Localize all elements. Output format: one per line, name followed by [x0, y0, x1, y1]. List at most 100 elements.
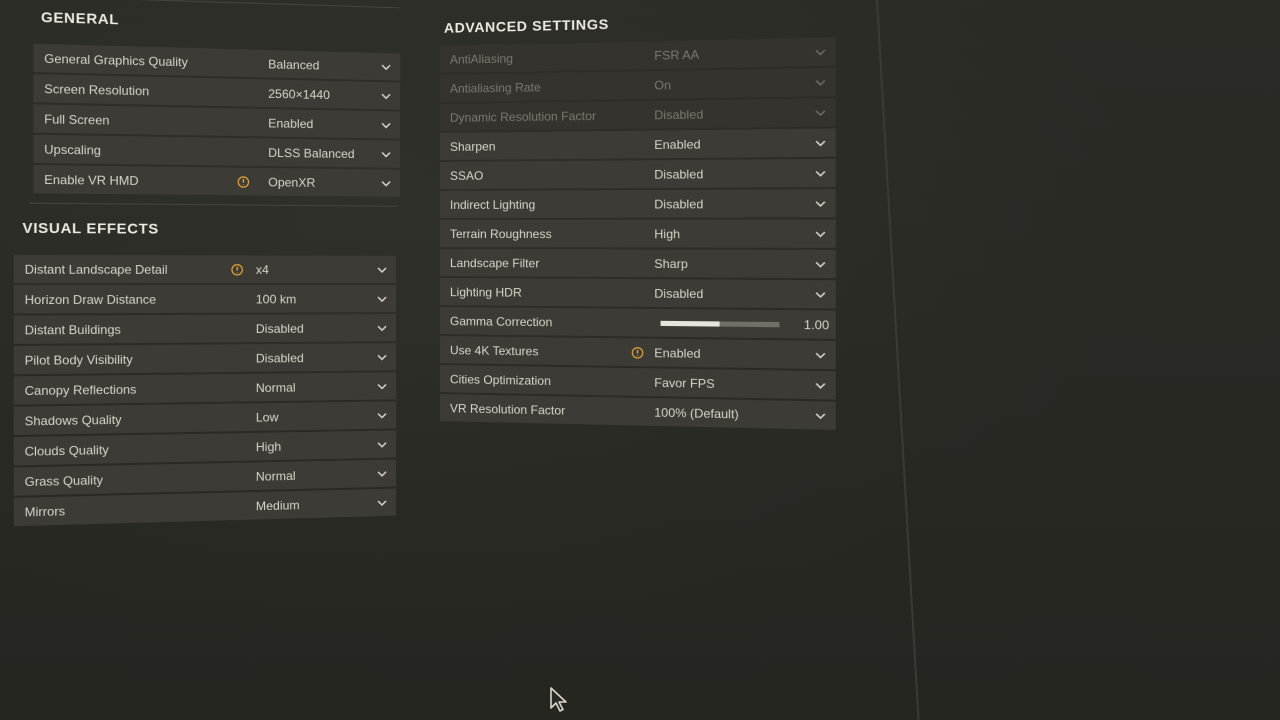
- setting-row[interactable]: Horizon Draw Distance 100 km: [13, 285, 397, 314]
- setting-value-dropdown[interactable]: Enabled: [654, 137, 700, 152]
- chevron-down-icon[interactable]: [814, 258, 827, 271]
- setting-label: Indirect Lighting: [449, 197, 536, 212]
- setting-row[interactable]: Canopy Reflections Normal: [13, 372, 397, 405]
- chevron-down-icon[interactable]: [814, 349, 827, 362]
- setting-value-dropdown[interactable]: 100% (Default): [654, 405, 739, 421]
- slider-value: 1.00: [803, 317, 830, 332]
- setting-row[interactable]: Enable VR HMD OpenXR: [33, 165, 401, 197]
- chevron-down-icon[interactable]: [814, 45, 827, 58]
- setting-row[interactable]: Distant Landscape Detail x4: [13, 254, 397, 284]
- setting-label: VR Resolution Factor: [449, 400, 566, 418]
- setting-value-dropdown[interactable]: Disabled: [256, 350, 304, 365]
- setting-value-dropdown[interactable]: High: [256, 439, 281, 454]
- chevron-down-icon[interactable]: [376, 467, 388, 479]
- gamma-slider[interactable]: [660, 320, 780, 327]
- chevron-down-icon[interactable]: [814, 76, 827, 89]
- advanced-section-title: ADVANCED SETTINGS: [443, 15, 609, 36]
- chevron-down-icon[interactable]: [814, 227, 827, 240]
- setting-row[interactable]: Shadows Quality Low: [13, 401, 397, 436]
- setting-value-dropdown[interactable]: Normal: [256, 468, 296, 483]
- setting-label: Distant Landscape Detail: [24, 261, 168, 277]
- setting-value-dropdown[interactable]: Normal: [256, 380, 296, 395]
- setting-value-dropdown[interactable]: 100 km: [256, 292, 296, 306]
- section-rule: [28, 202, 399, 207]
- setting-row[interactable]: VR Resolution Factor 100% (Default): [439, 394, 836, 430]
- chevron-down-icon[interactable]: [814, 288, 827, 301]
- chevron-down-icon[interactable]: [376, 438, 388, 450]
- setting-value-dropdown[interactable]: Disabled: [654, 286, 703, 301]
- chevron-down-icon[interactable]: [380, 60, 392, 72]
- setting-value-dropdown[interactable]: On: [654, 77, 671, 92]
- setting-value-dropdown[interactable]: FSR AA: [654, 47, 699, 62]
- setting-value-dropdown[interactable]: OpenXR: [268, 175, 315, 190]
- setting-value-dropdown[interactable]: Enabled: [268, 116, 313, 131]
- chevron-down-icon[interactable]: [376, 496, 388, 508]
- setting-value-dropdown[interactable]: Low: [256, 410, 279, 425]
- setting-label: Screen Resolution: [44, 81, 150, 98]
- setting-row[interactable]: Indirect Lighting Disabled: [439, 189, 836, 218]
- chevron-down-icon[interactable]: [814, 197, 827, 210]
- chevron-down-icon[interactable]: [814, 167, 827, 180]
- setting-label: Upscaling: [44, 141, 101, 158]
- section-rule: [46, 0, 401, 9]
- setting-row[interactable]: Sharpen Enabled: [439, 128, 836, 160]
- setting-label: Distant Buildings: [24, 321, 121, 338]
- chevron-down-icon[interactable]: [376, 351, 388, 363]
- right-settings-panel: ADVANCED SETTINGS AntiAliasing FSR AA Anti…: [436, 0, 853, 471]
- setting-label: Landscape Filter: [449, 255, 540, 270]
- setting-value-dropdown[interactable]: High: [654, 226, 680, 240]
- setting-value-dropdown[interactable]: Disabled: [654, 196, 703, 211]
- setting-label: Sharpen: [449, 138, 496, 154]
- setting-label: Horizon Draw Distance: [24, 291, 157, 307]
- visual-effects-settings-list: Distant Landscape Detail x4 Horizon Draw D…: [13, 254, 397, 528]
- setting-row[interactable]: Distant Buildings Disabled: [13, 314, 397, 344]
- setting-value-dropdown[interactable]: x4: [256, 262, 269, 276]
- setting-label: Antialiasing Rate: [449, 79, 541, 96]
- chevron-down-icon[interactable]: [380, 177, 392, 189]
- visual-effects-section-title: VISUAL EFFECTS: [22, 219, 159, 237]
- setting-label: Gamma Correction: [449, 313, 553, 329]
- chevron-down-icon[interactable]: [380, 148, 392, 160]
- setting-row[interactable]: Lighting HDR Disabled: [439, 278, 836, 309]
- setting-label: Use 4K Textures: [449, 342, 539, 359]
- setting-label: Grass Quality: [24, 472, 104, 489]
- chevron-down-icon[interactable]: [376, 322, 388, 334]
- setting-row: Antialiasing Rate On: [439, 67, 836, 102]
- setting-row[interactable]: Terrain Roughness High: [439, 219, 836, 248]
- mouse-pointer-icon: [550, 687, 567, 712]
- chevron-down-icon[interactable]: [376, 293, 388, 305]
- setting-row[interactable]: Use 4K Textures Enabled: [439, 336, 836, 370]
- setting-label: Terrain Roughness: [449, 226, 552, 241]
- setting-row[interactable]: Screen Resolution 2560×1440: [33, 74, 401, 110]
- chevron-down-icon[interactable]: [376, 263, 388, 275]
- setting-row[interactable]: Landscape Filter Sharp: [439, 249, 836, 279]
- setting-value-dropdown[interactable]: Favor FPS: [654, 375, 714, 390]
- chevron-down-icon[interactable]: [376, 380, 388, 392]
- left-settings-panel: GENERAL General Graphics Quality Balanced…: [0, 0, 420, 574]
- chevron-down-icon[interactable]: [380, 90, 392, 102]
- setting-row[interactable]: SSAO Disabled: [439, 158, 836, 189]
- setting-value-dropdown[interactable]: Enabled: [654, 345, 700, 360]
- setting-value-dropdown[interactable]: Disabled: [654, 107, 703, 122]
- setting-label: Clouds Quality: [24, 442, 109, 459]
- setting-value-dropdown[interactable]: Disabled: [654, 167, 703, 182]
- setting-row[interactable]: Upscaling DLSS Balanced: [33, 134, 401, 168]
- setting-row[interactable]: Gamma Correction 1.00: [439, 307, 836, 339]
- chevron-down-icon[interactable]: [814, 106, 827, 119]
- setting-row[interactable]: Full Screen Enabled: [33, 104, 401, 139]
- setting-value-dropdown[interactable]: Balanced: [268, 57, 319, 72]
- chevron-down-icon[interactable]: [814, 136, 827, 149]
- setting-value-dropdown[interactable]: Medium: [256, 498, 300, 513]
- setting-value-dropdown[interactable]: Disabled: [256, 321, 304, 335]
- setting-label: Lighting HDR: [449, 284, 522, 300]
- setting-value-dropdown[interactable]: Sharp: [654, 256, 688, 271]
- chevron-down-icon[interactable]: [814, 409, 827, 422]
- setting-label: Dynamic Resolution Factor: [449, 108, 597, 125]
- advanced-settings-list: AntiAliasing FSR AA Antialiasing Rate On Dyn…: [439, 37, 836, 432]
- chevron-down-icon[interactable]: [814, 379, 827, 392]
- setting-value-dropdown[interactable]: 2560×1440: [268, 86, 330, 102]
- setting-row[interactable]: Pilot Body Visibility Disabled: [13, 343, 397, 375]
- setting-value-dropdown[interactable]: DLSS Balanced: [268, 145, 354, 160]
- chevron-down-icon[interactable]: [380, 119, 392, 131]
- chevron-down-icon[interactable]: [376, 409, 388, 421]
